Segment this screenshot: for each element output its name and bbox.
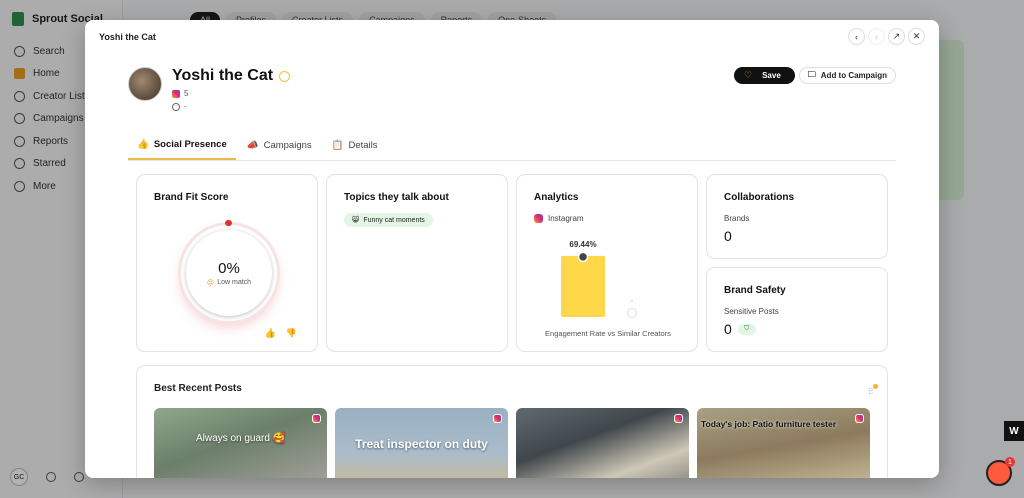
brand-fit-gauge: 0% 😐 Low match xyxy=(181,220,277,321)
collaborations-card: Collaborations Brands 0 xyxy=(706,174,888,259)
instagram-icon xyxy=(493,414,502,423)
shield-check-icon: ⛉ xyxy=(737,323,756,335)
instagram-icon xyxy=(855,414,864,423)
previous-button[interactable]: ‹ xyxy=(848,28,865,45)
megaphone-icon: 📣 xyxy=(246,139,259,151)
clipboard-icon: 📋 xyxy=(331,139,344,151)
topics-title: Topics they talk about xyxy=(344,192,449,203)
chat-badge: 1 xyxy=(1005,457,1015,467)
analytics-platform: Instagram xyxy=(534,214,680,223)
posts-title: Best Recent Posts xyxy=(154,383,242,394)
creator-profile-modal: Yoshi the Cat ‹ › ↗ ✕ Yoshi the Cat 5 - xyxy=(85,20,939,478)
post-thumbnail[interactable]: Always on guard 🥰 xyxy=(154,408,327,478)
similar-marker xyxy=(627,308,637,318)
chat-launcher-button[interactable]: 1 xyxy=(986,457,1015,486)
instagram-icon xyxy=(534,214,543,223)
instagram-count-row: 5 xyxy=(172,89,290,98)
post-caption: Always on guard 🥰 xyxy=(196,433,286,444)
sensitive-posts-label: Sensitive Posts xyxy=(724,307,779,316)
close-button[interactable]: ✕ xyxy=(908,28,925,45)
post-caption: Treat inspector on duty xyxy=(355,437,488,451)
brand-safety-card: Brand Safety Sensitive Posts 0 ⛉ xyxy=(706,267,888,352)
brand-fit-card: Brand Fit Score 0% 😐 Low match 👍 👎 xyxy=(136,174,318,352)
thumbs-up-icon[interactable]: 👍 xyxy=(265,328,276,339)
post-thumbnail[interactable] xyxy=(516,408,689,478)
brands-label: Brands xyxy=(724,214,750,223)
topics-card: Topics they talk about 😸 Funny cat momen… xyxy=(326,174,508,352)
open-external-button[interactable]: ↗ xyxy=(888,28,905,45)
thumbs-up-icon: 👍 xyxy=(137,138,149,150)
w-widget-button[interactable]: W xyxy=(1004,421,1024,441)
creator-name-row: Yoshi the Cat xyxy=(172,67,291,85)
profile-tabs: 👍 Social Presence 📣 Campaigns 📋 Details xyxy=(128,130,896,161)
tab-details[interactable]: 📋 Details xyxy=(323,130,387,160)
collaborations-title: Collaborations xyxy=(724,192,795,203)
engagement-rate-chart: 69.44% - Engagement Rate vs Similar Crea… xyxy=(545,240,671,338)
followers-row: - xyxy=(172,102,290,111)
gauge-center: 0% 😐 Low match xyxy=(186,230,272,316)
bar-creator xyxy=(561,255,605,317)
best-recent-posts-card: Best Recent Posts ⫶⫶ Always on guard 🥰 T… xyxy=(136,365,888,478)
brand-fit-title: Brand Fit Score xyxy=(154,192,229,203)
creator-name: Yoshi the Cat xyxy=(172,67,274,84)
brand-fit-label: 😐 Low match xyxy=(206,279,252,287)
folder-plus-icon: 🗀 xyxy=(807,69,816,79)
filter-sliders-icon[interactable]: ⫶⫶ xyxy=(868,384,878,397)
brand-safety-title: Brand Safety xyxy=(724,285,786,296)
modal-controls: ‹ › ↗ ✕ xyxy=(848,28,925,45)
heart-icon: ♡ xyxy=(744,70,753,80)
bar-value-label-2: - xyxy=(631,298,634,305)
profile-header: Yoshi the Cat 5 - xyxy=(128,67,291,111)
user-icon xyxy=(172,102,180,111)
modal-header: Yoshi the Cat ‹ › ↗ ✕ xyxy=(85,20,939,54)
instagram-icon xyxy=(674,414,683,423)
gauge-indicator xyxy=(225,220,232,226)
instagram-icon xyxy=(312,414,321,423)
instagram-icon xyxy=(172,89,180,98)
save-button[interactable]: ♡ Save xyxy=(734,67,795,84)
verified-badge-icon xyxy=(279,70,291,82)
profile-actions: ♡ Save 🗀 Add to Campaign xyxy=(734,67,896,84)
brand-fit-score: 0% xyxy=(218,259,240,277)
tab-social-presence[interactable]: 👍 Social Presence xyxy=(128,130,236,160)
post-thumbnail[interactable]: Today's job: Patio furniture tester xyxy=(697,408,870,478)
sensitive-posts-count: 0 ⛉ xyxy=(724,321,870,337)
filter-active-dot xyxy=(873,384,878,389)
feedback-buttons: 👍 👎 xyxy=(265,328,297,339)
analytics-card: Analytics Instagram 69.44% - Engagement … xyxy=(516,174,698,352)
cat-emoji-icon: 😸 xyxy=(352,217,360,224)
chart-caption: Engagement Rate vs Similar Creators xyxy=(545,329,671,338)
neutral-face-icon: 😐 xyxy=(206,279,215,287)
post-caption: Today's job: Patio furniture tester xyxy=(701,419,837,429)
creator-marker xyxy=(577,251,589,263)
creator-avatar xyxy=(128,67,162,101)
posts-row: Always on guard 🥰 Treat inspector on dut… xyxy=(154,408,870,478)
next-button[interactable]: › xyxy=(868,28,885,45)
bar-value-label-1: 69.44% xyxy=(569,240,596,249)
post-thumbnail[interactable]: Treat inspector on duty xyxy=(335,408,508,478)
topic-chip[interactable]: 😸 Funny cat moments xyxy=(344,213,433,227)
followers-value: - xyxy=(184,102,187,111)
add-to-campaign-button[interactable]: 🗀 Add to Campaign xyxy=(798,67,896,84)
thumbs-down-icon[interactable]: 👎 xyxy=(286,328,297,339)
instagram-count: 5 xyxy=(184,89,189,98)
modal-title: Yoshi the Cat xyxy=(99,32,156,42)
tab-campaigns[interactable]: 📣 Campaigns xyxy=(238,130,321,160)
analytics-title: Analytics xyxy=(534,192,579,203)
brands-count: 0 xyxy=(724,228,732,244)
